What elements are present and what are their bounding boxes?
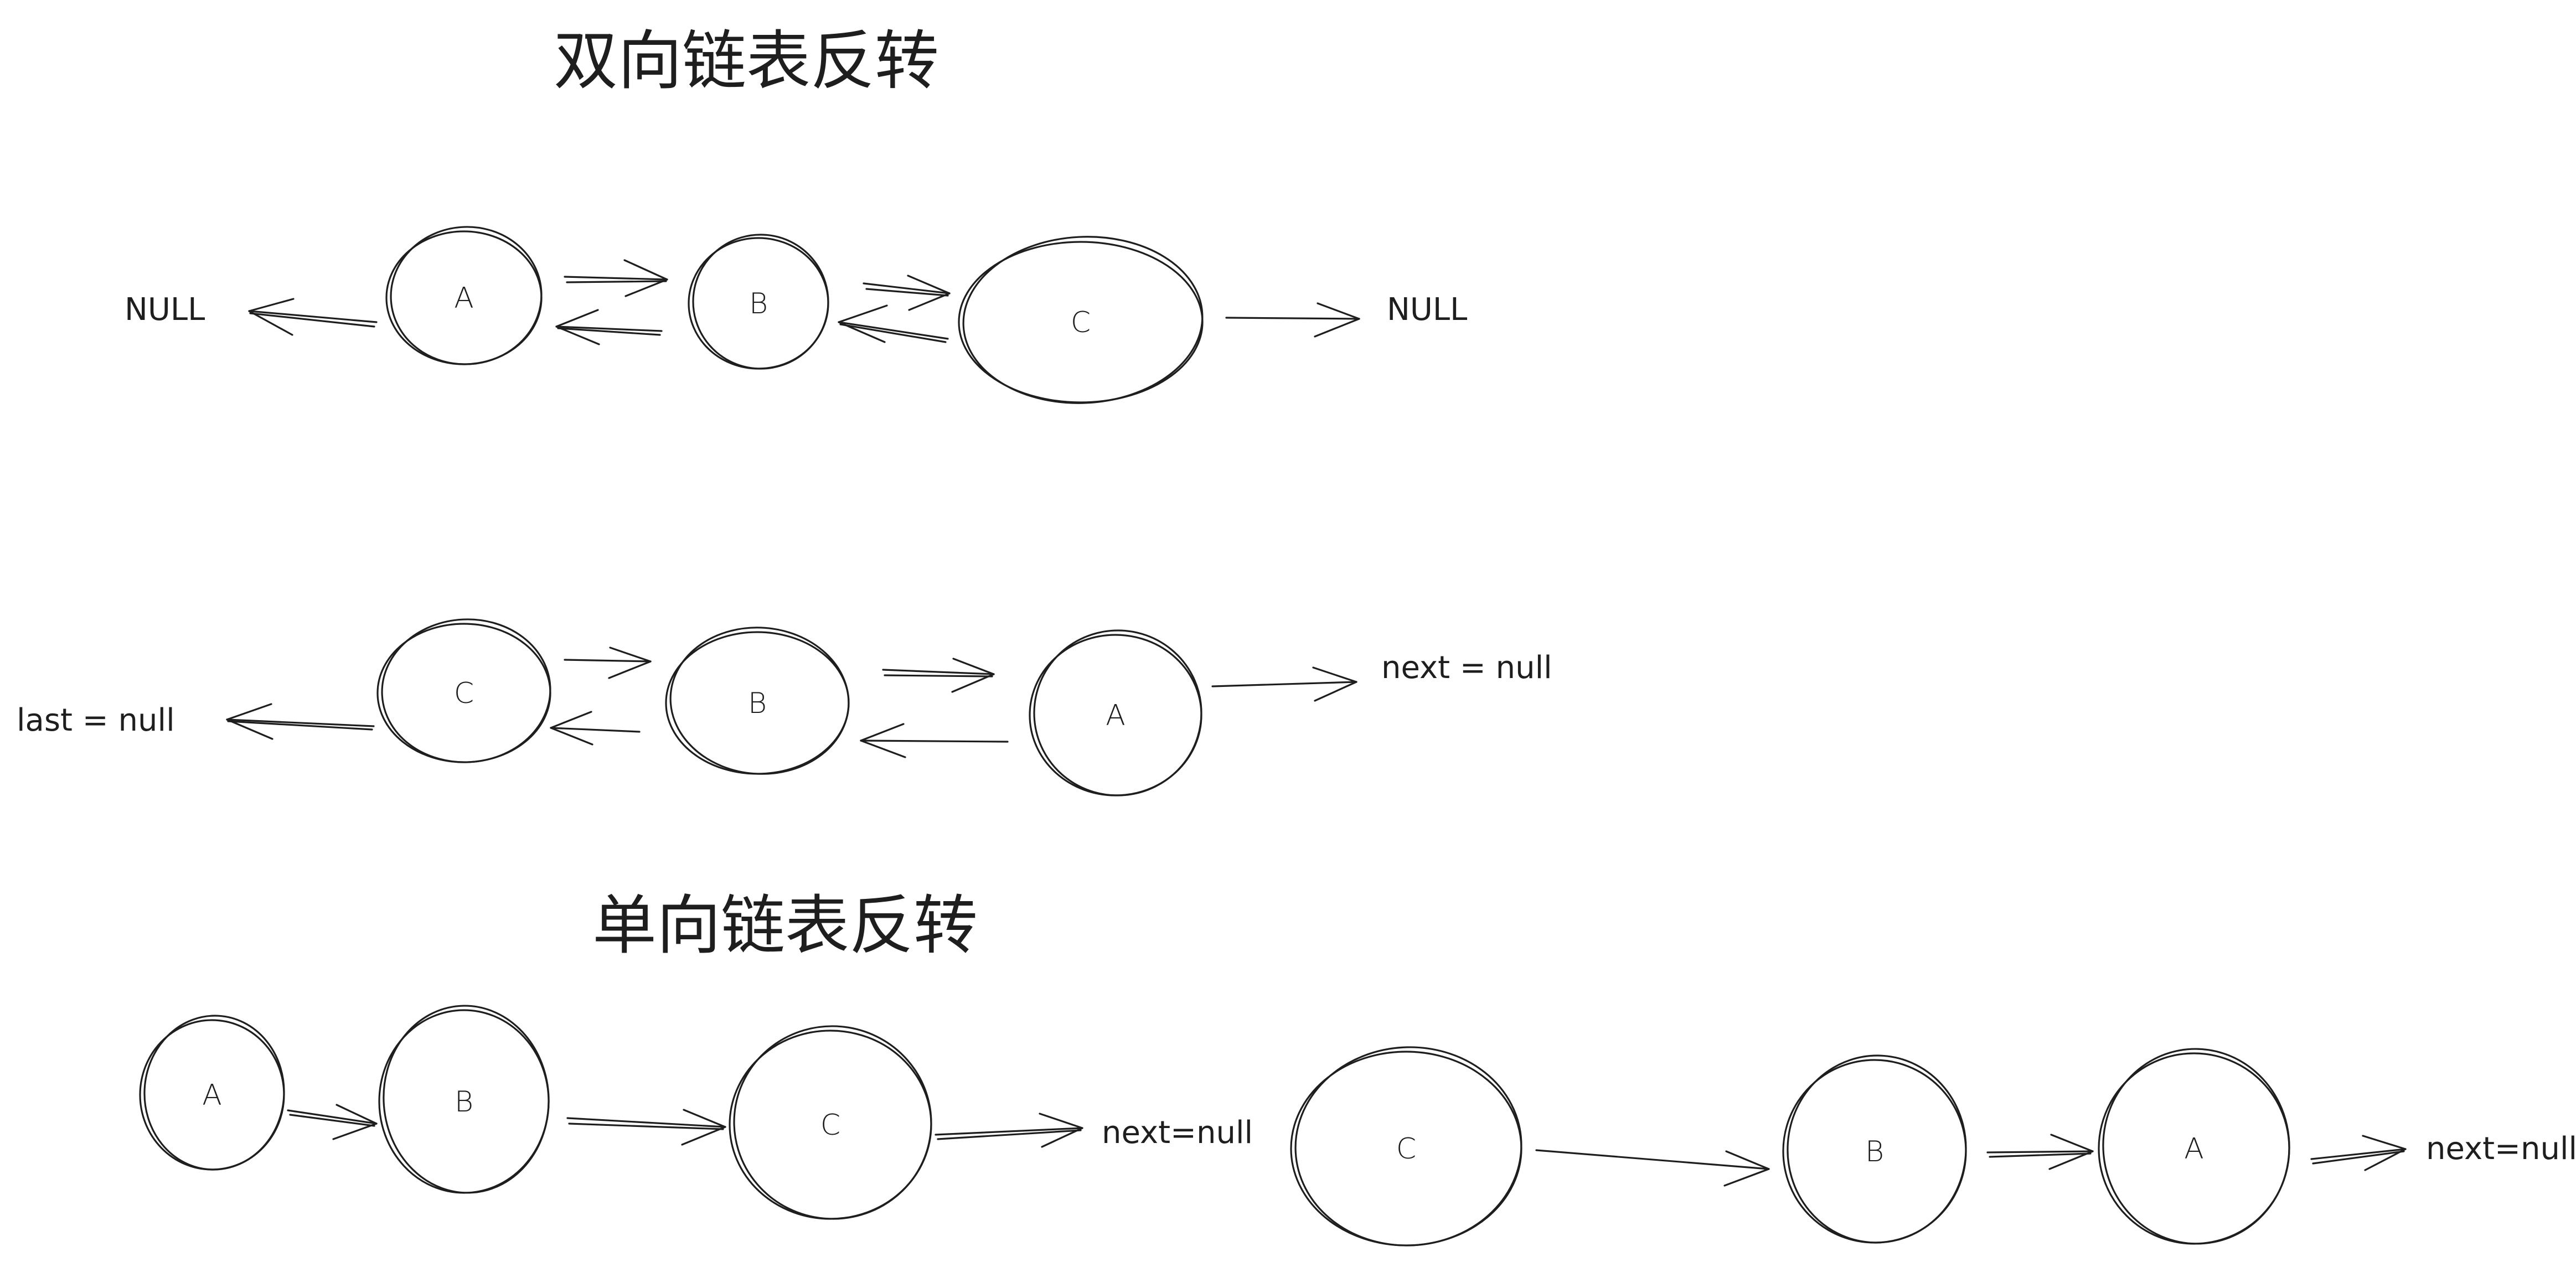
- row4-node-c-label: C: [1396, 1132, 1416, 1166]
- row3-node-b-label: B: [455, 1085, 473, 1119]
- row1-node-a: A: [385, 226, 543, 365]
- row1-arrow-a-to-b: [564, 259, 668, 297]
- row4-node-c: C: [1290, 1046, 1522, 1247]
- row4-singly-reversed: C B A next=null: [1290, 1046, 2576, 1247]
- row1-arrow-a-to-null: [248, 298, 378, 336]
- row2-left-null: last = null: [17, 702, 175, 738]
- row3-right-null: next=null: [1102, 1115, 1253, 1151]
- title-singly-linked-list-reversal: 单向链表反转: [592, 888, 978, 963]
- row2-arrow-b-to-c: [550, 711, 641, 746]
- row3-node-a: A: [139, 1015, 285, 1171]
- row4-right-null: next=null: [2426, 1131, 2576, 1167]
- row2-node-a: A: [1029, 629, 1202, 796]
- row1-right-null: NULL: [1387, 292, 1467, 328]
- row3-node-c: C: [729, 1025, 932, 1220]
- row1-arrow-c-to-b: [838, 304, 949, 343]
- row1-arrow-c-to-null: [1225, 302, 1360, 338]
- row4-node-a-label: A: [2184, 1132, 2204, 1166]
- title-doubly-linked-list-reversal: 双向链表反转: [554, 24, 939, 99]
- row4-arrow-c-to-b: [1535, 1149, 1770, 1187]
- row2-node-a-label: A: [1106, 699, 1126, 732]
- row1-node-c-label: C: [1071, 306, 1091, 339]
- row1-doubly-original: NULL A B C NULL: [125, 226, 1467, 404]
- row2-node-b: B: [665, 627, 850, 775]
- row2-doubly-reversed: last = null C B A next = null: [17, 618, 1552, 796]
- row1-node-c: C: [958, 236, 1204, 404]
- row1-left-null: NULL: [125, 292, 205, 328]
- row3-singly-original: A B C next=null: [139, 1005, 1253, 1220]
- row4-node-b-label: B: [1865, 1135, 1884, 1168]
- row2-node-b-label: B: [748, 687, 767, 720]
- row2-node-c-label: C: [454, 677, 474, 710]
- row4-arrow-b-to-a: [1986, 1134, 2094, 1170]
- row1-arrow-b-to-a: [555, 309, 663, 345]
- row1-node-b: B: [688, 234, 829, 370]
- row2-arrow-c-to-last: [226, 703, 375, 740]
- row1-node-a-label: A: [454, 282, 474, 315]
- row4-node-a: A: [2098, 1048, 2290, 1245]
- row4-arrow-a-to-next: [2310, 1135, 2407, 1171]
- row2-arrow-c-to-b: [564, 646, 652, 679]
- row3-node-a-label: A: [202, 1079, 222, 1112]
- row1-arrow-b-to-c: [863, 275, 951, 311]
- row2-node-c: C: [376, 618, 551, 763]
- diagram-canvas: 双向链表反转 单向链表反转 NULL A B C NULL last = nul…: [17, 24, 2576, 1247]
- row2-arrow-b-to-a: [882, 658, 995, 693]
- row4-node-b: B: [1782, 1054, 1967, 1244]
- row2-arrow-a-to-b: [860, 723, 1009, 758]
- row2-arrow-a-to-next: [1211, 666, 1357, 702]
- row3-node-c-label: C: [820, 1109, 840, 1142]
- row3-arrow-a-to-b: [287, 1104, 378, 1140]
- row3-node-b: B: [378, 1005, 550, 1194]
- row3-arrow-c-to-next: [935, 1113, 1083, 1148]
- row3-arrow-b-to-c: [566, 1109, 726, 1146]
- row2-right-null: next = null: [1381, 650, 1552, 686]
- row1-node-b-label: B: [749, 287, 768, 320]
